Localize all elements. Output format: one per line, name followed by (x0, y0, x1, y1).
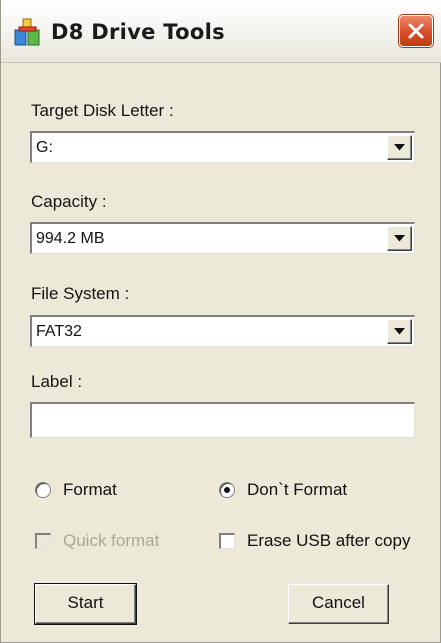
file-system-value: FAT32 (36, 323, 82, 340)
file-system-dropdown-button[interactable] (387, 319, 412, 344)
target-disk-select[interactable]: G: (30, 131, 415, 163)
file-system-label: File System : (31, 284, 130, 303)
target-disk-label: Target Disk Letter : (31, 101, 174, 120)
file-system-select[interactable]: FAT32 (30, 315, 415, 347)
dont-format-radio-label[interactable]: Don`t Format (247, 480, 347, 500)
start-button[interactable]: Start (34, 583, 137, 625)
format-radio-label[interactable]: Format (63, 480, 117, 500)
erase-usb-label[interactable]: Erase USB after copy (247, 531, 410, 551)
capacity-label: Capacity : (31, 192, 107, 211)
volume-label-label: Label : (31, 372, 83, 391)
format-radio[interactable] (35, 482, 51, 498)
title-bar[interactable]: D8 Drive Tools (1, 0, 441, 63)
capacity-value: 994.2 MB (36, 230, 105, 247)
window-title: D8 Drive Tools (51, 20, 225, 44)
close-button[interactable] (399, 15, 433, 47)
chevron-down-icon (394, 144, 405, 151)
drive-tools-app-icon (13, 18, 43, 48)
chevron-down-icon (394, 235, 405, 242)
erase-usb-checkbox[interactable] (219, 533, 235, 549)
close-icon (408, 23, 424, 39)
cancel-button[interactable]: Cancel (288, 584, 389, 624)
target-disk-dropdown-button[interactable] (387, 135, 412, 160)
d8-drive-tools-dialog: D8 Drive Tools Target Disk Letter : G: C… (0, 0, 441, 643)
dont-format-radio[interactable] (219, 482, 235, 498)
quick-format-checkbox[interactable] (35, 533, 51, 549)
volume-label-input[interactable] (30, 402, 415, 438)
capacity-select[interactable]: 994.2 MB (30, 222, 415, 254)
chevron-down-icon (394, 328, 405, 335)
quick-format-label: Quick format (63, 531, 160, 550)
target-disk-value: G: (36, 139, 53, 156)
radio-selected-dot (224, 487, 230, 493)
capacity-dropdown-button[interactable] (387, 226, 412, 251)
